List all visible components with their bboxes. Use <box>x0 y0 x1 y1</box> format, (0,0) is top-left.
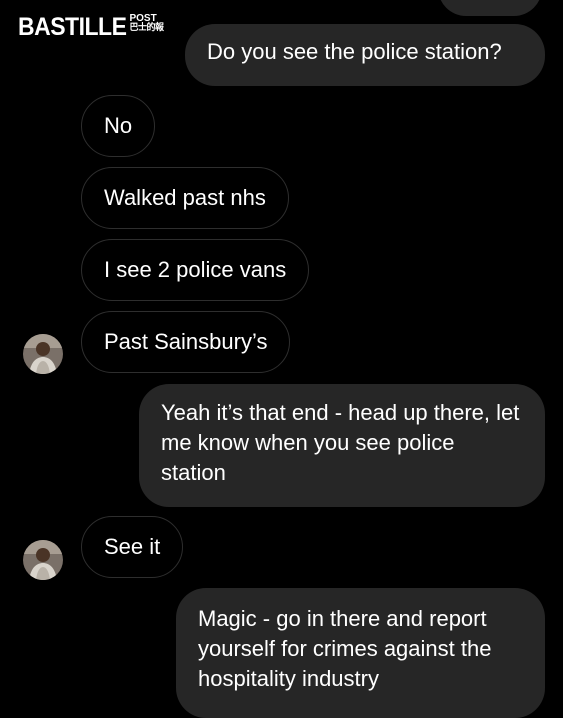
incoming-message[interactable]: Walked past nhs <box>81 167 289 229</box>
contact-avatar-icon[interactable] <box>23 540 63 580</box>
message-text: Do you see the police station? <box>207 39 502 64</box>
message-text: Yeah it’s that end - head up there, let … <box>161 400 520 485</box>
contact-avatar-icon[interactable] <box>23 334 63 374</box>
message-text: Past Sainsbury’s <box>104 329 268 354</box>
incoming-message[interactable]: See it <box>81 516 184 578</box>
watermark-chinese: 巴士的報 <box>129 23 164 33</box>
bastille-post-watermark-logo: BASTILLE POST 巴士的報 <box>18 12 164 41</box>
outgoing-message[interactable]: Yeah it’s that end - head up there, let … <box>139 384 545 507</box>
watermark-side: POST 巴士的報 <box>129 14 164 33</box>
incoming-message[interactable]: No <box>81 95 156 157</box>
message-text: No <box>104 113 133 138</box>
watermark-title: BASTILLE <box>18 12 127 41</box>
outgoing-message[interactable]: Magic - go in there and report yourself … <box>176 588 545 718</box>
outgoing-message-partial[interactable] <box>438 0 542 16</box>
incoming-message[interactable]: I see 2 police vans <box>81 239 310 301</box>
incoming-message[interactable]: Past Sainsbury’s <box>81 311 291 373</box>
message-text: Walked past nhs <box>104 185 266 210</box>
outgoing-message[interactable]: Do you see the police station? <box>185 24 545 86</box>
message-text: I see 2 police vans <box>104 257 287 282</box>
message-text: See it <box>104 534 161 559</box>
message-text: Magic - go in there and report yourself … <box>198 606 492 691</box>
